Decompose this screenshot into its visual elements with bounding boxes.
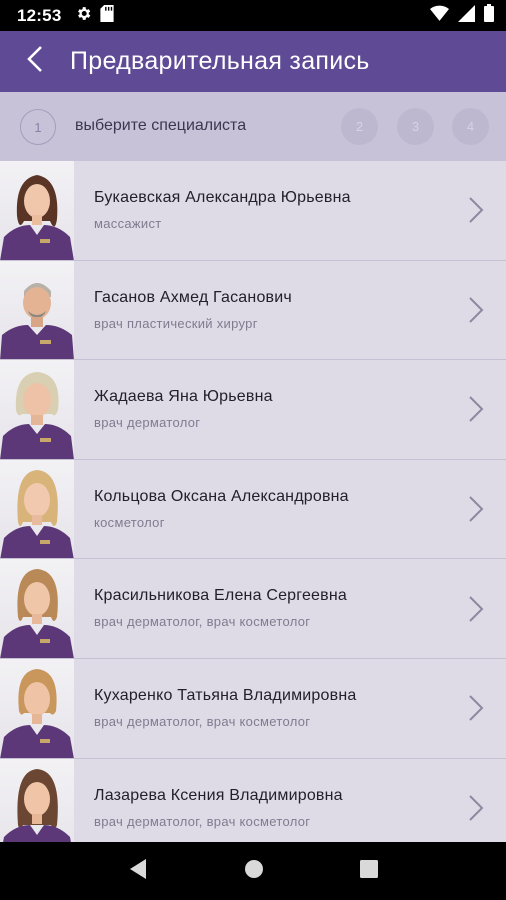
specialist-role: врач дерматолог, врач косметолог [94, 614, 311, 630]
booking-stepper: 1 выберите специалиста 2 3 4 [0, 92, 506, 161]
specialist-row[interactable]: Кухаренко Татьяна Владимировна врач дерм… [0, 658, 506, 759]
avatar [0, 758, 74, 842]
specialist-row[interactable]: Красильникова Елена Сергеевна врач дерма… [0, 559, 506, 659]
avatar [0, 161, 74, 260]
system-nav-bar [0, 842, 506, 900]
chevron-right-icon [468, 794, 484, 822]
chevron-right-icon [468, 395, 484, 423]
signal-icon [458, 4, 475, 27]
wifi-icon [430, 5, 449, 26]
app-bar: Предварительная запись [0, 31, 506, 92]
avatar [0, 260, 74, 360]
specialist-name: Кухаренко Татьяна Владимировна [94, 686, 357, 704]
specialist-name: Гасанов Ахмед Гасанович [94, 288, 292, 306]
status-bar: 12:53 [0, 0, 506, 31]
specialist-role: врач дерматолог, врач косметолог [94, 813, 311, 829]
back-triangle-icon[interactable] [128, 858, 148, 885]
specialist-row[interactable]: Букаевская Александра Юрьевна массажист [0, 161, 506, 261]
specialist-role: врач дерматолог, врач косметолог [94, 713, 311, 729]
chevron-right-icon [468, 196, 484, 224]
specialist-row[interactable]: Кольцова Оксана Александровна косметолог [0, 459, 506, 560]
battery-icon [484, 4, 494, 27]
gear-icon [75, 5, 92, 27]
specialist-role: врач дерматолог [94, 415, 201, 431]
step-1-indicator: 1 [20, 109, 56, 145]
specialist-name: Букаевская Александра Юрьевна [94, 189, 351, 206]
avatar [0, 459, 74, 559]
specialist-role: врач пластический хирург [94, 315, 258, 331]
specialist-name: Жадаева Яна Юрьевна [94, 388, 273, 406]
chevron-right-icon [468, 495, 484, 523]
avatar [0, 360, 74, 459]
recents-square-icon[interactable] [360, 859, 378, 883]
step-label: выберите специалиста [75, 117, 247, 134]
step-2-indicator: 2 [341, 108, 378, 145]
specialist-name: Красильникова Елена Сергеевна [94, 587, 347, 605]
specialist-row[interactable]: Гасанов Ахмед Гасанович врач пластически… [0, 260, 506, 361]
home-circle-icon[interactable] [244, 859, 264, 884]
chevron-left-icon [26, 45, 44, 78]
specialist-name: Лазарева Ксения Владимировна [94, 786, 343, 804]
sd-card-icon [100, 4, 115, 27]
specialist-role: косметолог [94, 514, 165, 530]
avatar [0, 658, 74, 758]
specialist-role: массажист [94, 216, 162, 231]
status-time: 12:53 [17, 5, 62, 25]
page-title: Предварительная запись [70, 47, 370, 75]
specialist-name: Кольцова Оксана Александровна [94, 487, 349, 505]
chevron-right-icon [468, 296, 484, 324]
chevron-right-icon [468, 694, 484, 722]
chevron-right-icon [468, 595, 484, 623]
specialist-row[interactable]: Лазарева Ксения Владимировна врач дермат… [0, 758, 506, 842]
specialist-row[interactable]: Жадаева Яна Юрьевна врач дерматолог [0, 360, 506, 460]
back-button[interactable] [0, 31, 70, 92]
specialist-list: Букаевская Александра Юрьевна массажист … [0, 161, 506, 842]
avatar [0, 559, 74, 658]
step-3-indicator: 3 [397, 108, 434, 145]
step-4-indicator: 4 [452, 108, 489, 145]
